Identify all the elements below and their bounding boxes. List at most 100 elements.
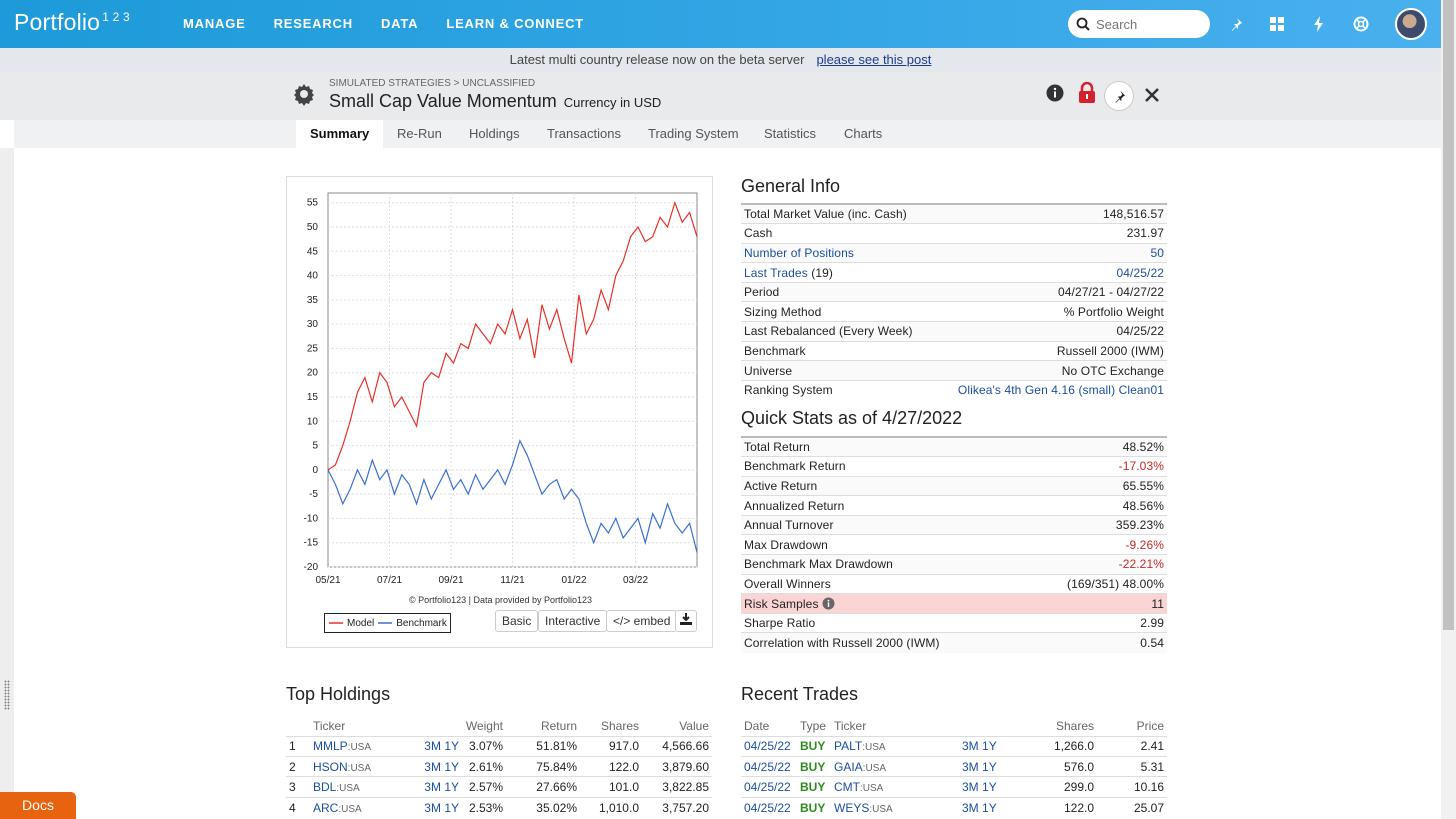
info-value: 04/27/21 - 04/27/22 bbox=[933, 281, 1167, 302]
table-row: Annualized Return 48.56% bbox=[741, 495, 1167, 516]
1y-link[interactable]: 1Y bbox=[982, 780, 997, 794]
tab-rerun[interactable]: Re-Run bbox=[383, 120, 456, 148]
row-number: 3 bbox=[286, 776, 310, 798]
3m-link[interactable]: 3M bbox=[962, 760, 979, 774]
dashboard-grid-icon[interactable] bbox=[1267, 14, 1287, 34]
1y-link[interactable]: 1Y bbox=[982, 801, 997, 815]
3m-link[interactable]: 3M bbox=[424, 760, 441, 774]
y-tick-label: -10 bbox=[304, 513, 319, 524]
performance-chart[interactable]: 5550454035302520151050-5-10-15-2005/21 07… bbox=[287, 177, 712, 589]
tab-holdings[interactable]: Holdings bbox=[455, 120, 534, 148]
row-number: 4 bbox=[286, 796, 310, 818]
positions-count-link[interactable]: 50 bbox=[933, 242, 1167, 263]
col-ticker[interactable]: Ticker bbox=[831, 716, 959, 736]
tab-charts[interactable]: Charts bbox=[830, 120, 896, 148]
info-icon[interactable] bbox=[822, 597, 835, 610]
user-avatar[interactable] bbox=[1395, 8, 1427, 40]
1y-link[interactable]: 1Y bbox=[982, 760, 997, 774]
stat-label: Correlation with Russell 2000 (IWM) bbox=[741, 632, 1023, 653]
1y-link[interactable]: 1Y bbox=[982, 739, 997, 753]
trade-date-link[interactable]: 04/25/22 bbox=[741, 755, 797, 777]
banner-link[interactable]: please see this post bbox=[816, 52, 931, 67]
pin-strategy-icon[interactable] bbox=[1104, 81, 1134, 111]
ticker-link[interactable]: PALT bbox=[834, 739, 862, 753]
trade-date-link[interactable]: 04/25/22 bbox=[741, 776, 797, 798]
col-ticker[interactable]: Ticker bbox=[310, 716, 404, 736]
last-trades-date-link[interactable]: 04/25/22 bbox=[933, 262, 1167, 283]
col-shares[interactable]: Shares bbox=[1015, 716, 1097, 736]
lightning-icon[interactable] bbox=[1309, 14, 1329, 34]
ticker-link[interactable]: WEYS bbox=[834, 801, 869, 815]
ticker-link[interactable]: HSON bbox=[313, 760, 348, 774]
chart-embed-button[interactable]: </> embed bbox=[606, 610, 678, 632]
nav-manage[interactable]: MANAGE bbox=[183, 16, 246, 31]
tab-statistics[interactable]: Statistics bbox=[750, 120, 830, 148]
1y-link[interactable]: 1Y bbox=[444, 739, 459, 753]
download-icon[interactable] bbox=[675, 610, 697, 632]
close-icon[interactable] bbox=[1145, 88, 1159, 105]
ticker-link[interactable]: GAIA bbox=[834, 760, 863, 774]
col-return[interactable]: Return bbox=[506, 716, 580, 736]
col-date[interactable]: Date bbox=[741, 716, 797, 736]
table-row: Max Drawdown -9.26% bbox=[741, 534, 1167, 555]
1y-link[interactable]: 1Y bbox=[444, 780, 459, 794]
3m-link[interactable]: 3M bbox=[424, 801, 441, 815]
table-row: Last Trades (19) 04/25/22 bbox=[741, 262, 1167, 283]
lock-icon[interactable] bbox=[1078, 81, 1096, 107]
chart-interactive-button[interactable]: Interactive bbox=[538, 610, 608, 632]
trade-date-link[interactable]: 04/25/22 bbox=[741, 735, 797, 757]
chart-basic-button[interactable]: Basic bbox=[495, 610, 539, 632]
tab-transactions[interactable]: Transactions bbox=[533, 120, 635, 148]
table-row: Risk Samples 11 bbox=[741, 593, 1167, 614]
tab-trading-system[interactable]: Trading System bbox=[634, 120, 753, 148]
nav-research[interactable]: RESEARCH bbox=[274, 16, 353, 31]
info-icon[interactable] bbox=[1046, 84, 1064, 105]
scrollbar-thumb[interactable] bbox=[1443, 0, 1454, 630]
col-price[interactable]: Price bbox=[1097, 716, 1167, 736]
breadcrumb[interactable]: SIMULATED STRATEGIES > UNCLASSIFIED bbox=[329, 78, 535, 89]
gear-icon[interactable] bbox=[292, 82, 316, 109]
table-row: Last Rebalanced (Every Week) 04/25/22 bbox=[741, 321, 1167, 342]
ticker-link[interactable]: ARC bbox=[313, 801, 338, 815]
chart-legend[interactable]: Model Benchmark bbox=[324, 613, 451, 633]
strategy-tabs: Summary Re-Run Holdings Transactions Tra… bbox=[14, 120, 1441, 148]
last-trades-link[interactable]: Last Trades bbox=[744, 266, 808, 280]
3m-link[interactable]: 3M bbox=[962, 739, 979, 753]
ticker-link[interactable]: BDL bbox=[313, 780, 336, 794]
stat-value: -17.03% bbox=[1022, 456, 1167, 477]
portfolio123-logo[interactable]: Portfolio 1 2 3 bbox=[14, 9, 130, 36]
pin-icon[interactable] bbox=[1226, 14, 1246, 34]
ranking-system-link[interactable]: Olikea's 4th Gen 4.16 (small) Clean01 bbox=[933, 379, 1167, 400]
nav-learn-connect[interactable]: LEARN & CONNECT bbox=[446, 16, 584, 31]
ticker-link[interactable]: CMT bbox=[834, 780, 860, 794]
number-of-positions-link[interactable]: Number of Positions bbox=[741, 242, 934, 263]
search-input[interactable] bbox=[1096, 16, 1196, 32]
search-box[interactable] bbox=[1068, 10, 1210, 38]
trade-date-link[interactable]: 04/25/22 bbox=[741, 796, 797, 818]
period-links: 3M 1Y bbox=[959, 755, 1015, 777]
3m-link[interactable]: 3M bbox=[962, 780, 979, 794]
3m-link[interactable]: 3M bbox=[424, 739, 441, 753]
col-weight[interactable]: Weight bbox=[462, 716, 506, 736]
y-tick-label: -20 bbox=[304, 562, 319, 573]
1y-link[interactable]: 1Y bbox=[444, 801, 459, 815]
stat-value: 48.52% bbox=[1022, 436, 1167, 457]
col-type[interactable]: Type bbox=[797, 716, 831, 736]
market-label: :USA bbox=[338, 803, 362, 815]
top-navbar: Portfolio 1 2 3 MANAGE RESEARCH DATA LEAR… bbox=[0, 0, 1441, 48]
currency-label: Currency in USD bbox=[563, 95, 662, 110]
market-label: :USA bbox=[862, 742, 886, 754]
nav-data[interactable]: DATA bbox=[381, 16, 418, 31]
3m-link[interactable]: 3M bbox=[962, 801, 979, 815]
stat-value: -22.21% bbox=[1022, 554, 1167, 575]
y-tick-label: 40 bbox=[307, 271, 319, 282]
docs-button[interactable]: Docs bbox=[0, 792, 76, 819]
tab-summary[interactable]: Summary bbox=[296, 120, 384, 148]
3m-link[interactable]: 3M bbox=[424, 780, 441, 794]
col-shares[interactable]: Shares bbox=[580, 716, 642, 736]
col-value[interactable]: Value bbox=[642, 716, 712, 736]
ticker-link[interactable]: MMLP bbox=[313, 739, 348, 753]
resize-grip[interactable] bbox=[4, 680, 10, 710]
1y-link[interactable]: 1Y bbox=[444, 760, 459, 774]
help-lifebuoy-icon[interactable] bbox=[1351, 14, 1371, 34]
